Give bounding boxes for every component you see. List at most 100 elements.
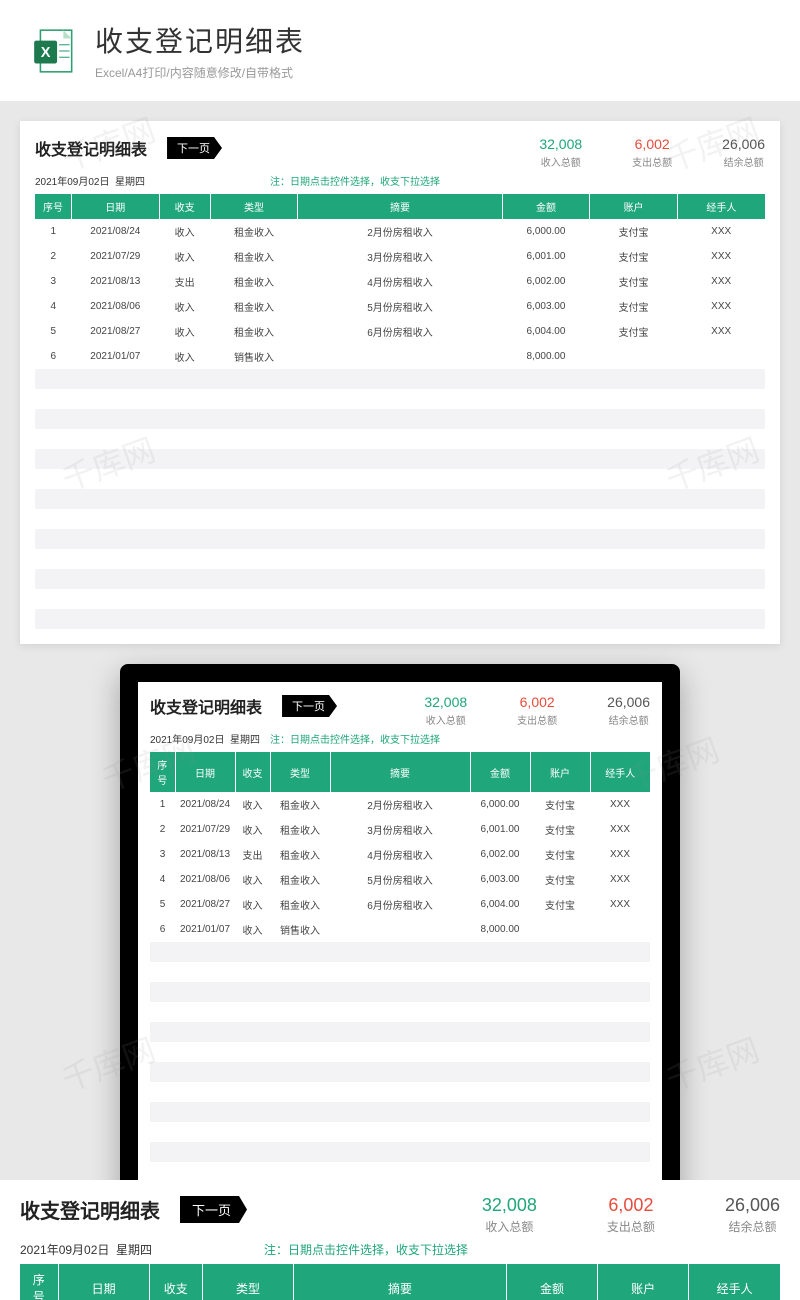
cell-summary[interactable]: 6月份房租收入 [298,319,502,344]
cell-seq[interactable]: 5 [35,319,72,344]
cell-handler[interactable]: XXX [677,269,765,294]
column-header[interactable]: 收支 [159,194,210,219]
cell-handler[interactable]: XXX [677,319,765,344]
empty-row[interactable] [150,1062,650,1082]
empty-row[interactable] [150,942,650,962]
cell-account[interactable]: 支付宝 [590,269,678,294]
cell-date[interactable]: 2021/01/07 [72,344,160,369]
cell-amount[interactable]: 6,004.00 [502,319,590,344]
cell-type[interactable]: 租金收入 [210,219,298,244]
cell-io[interactable]: 收入 [159,294,210,319]
table-row[interactable]: 4 2021/08/06 收入 租金收入 5月份房租收入 6,003.00 支付… [35,294,765,319]
cell-amount[interactable]: 6,004.00 [470,892,530,917]
cell-amount[interactable]: 6,003.00 [502,294,590,319]
table-row[interactable]: 5 2021/08/27 收入 租金收入 6月份房租收入 6,004.00 支付… [150,892,650,917]
empty-row[interactable] [150,1142,650,1162]
column-header[interactable]: 序号 [20,1264,58,1300]
cell-date[interactable]: 2021/08/06 [175,867,235,892]
empty-row[interactable] [150,1002,650,1022]
cell-seq[interactable]: 4 [35,294,72,319]
cell-seq[interactable]: 2 [150,817,175,842]
cell-date[interactable]: 2021/08/13 [72,269,160,294]
cell-amount[interactable]: 8,000.00 [502,344,590,369]
cell-seq[interactable]: 6 [150,917,175,942]
cell-io[interactable]: 收入 [235,917,270,942]
cell-amount[interactable]: 6,003.00 [470,867,530,892]
cell-amount[interactable]: 6,000.00 [502,219,590,244]
cell-date[interactable]: 2021/08/24 [72,219,160,244]
cell-seq[interactable]: 3 [35,269,72,294]
column-header[interactable]: 类型 [210,194,298,219]
cell-handler[interactable]: XXX [590,867,650,892]
cell-date[interactable]: 2021/08/24 [175,792,235,817]
next-page-button[interactable]: 下一页 [282,695,337,717]
cell-seq[interactable]: 3 [150,842,175,867]
column-header[interactable]: 摘要 [330,752,470,792]
cell-summary[interactable]: 6月份房租收入 [330,892,470,917]
empty-row[interactable] [35,549,765,569]
empty-row[interactable] [150,962,650,982]
empty-row[interactable] [150,1082,650,1102]
cell-account[interactable]: 支付宝 [530,892,590,917]
table-row[interactable]: 4 2021/08/06 收入 租金收入 5月份房租收入 6,003.00 支付… [150,867,650,892]
cell-io[interactable]: 支出 [235,842,270,867]
empty-row[interactable] [35,409,765,429]
column-header[interactable]: 收支 [235,752,270,792]
cell-date[interactable]: 2021/08/13 [175,842,235,867]
cell-account[interactable]: 支付宝 [590,319,678,344]
column-header[interactable]: 金额 [470,752,530,792]
cell-account[interactable]: 支付宝 [590,244,678,269]
cell-handler[interactable] [677,344,765,369]
column-header[interactable]: 序号 [35,194,72,219]
cell-account[interactable]: 支付宝 [530,842,590,867]
cell-io[interactable]: 收入 [235,892,270,917]
cell-io[interactable]: 收入 [235,792,270,817]
cell-type[interactable]: 租金收入 [270,792,330,817]
column-header[interactable]: 经手人 [689,1264,780,1300]
empty-row[interactable] [150,1022,650,1042]
cell-date[interactable]: 2021/08/27 [72,319,160,344]
column-header[interactable]: 账户 [590,194,678,219]
cell-seq[interactable]: 1 [35,219,72,244]
cell-account[interactable]: 支付宝 [530,792,590,817]
cell-date[interactable]: 2021/07/29 [72,244,160,269]
column-header[interactable]: 收支 [149,1264,202,1300]
cell-handler[interactable] [590,917,650,942]
empty-row[interactable] [35,609,765,629]
table-row[interactable]: 6 2021/01/07 收入 销售收入 8,000.00 [35,344,765,369]
column-header[interactable]: 类型 [270,752,330,792]
cell-account[interactable]: 支付宝 [530,867,590,892]
cell-handler[interactable]: XXX [590,892,650,917]
cell-summary[interactable]: 2月份房租收入 [330,792,470,817]
empty-row[interactable] [35,489,765,509]
cell-type[interactable]: 租金收入 [210,244,298,269]
empty-row[interactable] [150,1102,650,1122]
next-page-button[interactable]: 下一页 [167,137,222,159]
cell-seq[interactable]: 1 [150,792,175,817]
column-header[interactable]: 日期 [72,194,160,219]
cell-amount[interactable]: 6,002.00 [470,842,530,867]
cell-type[interactable]: 销售收入 [270,917,330,942]
cell-summary[interactable]: 3月份房租收入 [298,244,502,269]
column-header[interactable]: 序号 [150,752,175,792]
cell-seq[interactable]: 5 [150,892,175,917]
cell-type[interactable]: 租金收入 [210,269,298,294]
cell-handler[interactable]: XXX [590,792,650,817]
column-header[interactable]: 摘要 [294,1264,507,1300]
cell-date[interactable]: 2021/08/06 [72,294,160,319]
cell-io[interactable]: 收入 [159,219,210,244]
cell-account[interactable]: 支付宝 [590,219,678,244]
cell-date[interactable]: 2021/07/29 [175,817,235,842]
table-row[interactable]: 1 2021/08/24 收入 租金收入 2月份房租收入 6,000.00 支付… [150,792,650,817]
cell-summary[interactable] [330,917,470,942]
cell-handler[interactable]: XXX [677,244,765,269]
table-row[interactable]: 3 2021/08/13 支出 租金收入 4月份房租收入 6,002.00 支付… [35,269,765,294]
cell-handler[interactable]: XXX [677,294,765,319]
column-header[interactable]: 摘要 [298,194,502,219]
cell-summary[interactable]: 4月份房租收入 [298,269,502,294]
cell-type[interactable]: 销售收入 [210,344,298,369]
cell-summary[interactable]: 2月份房租收入 [298,219,502,244]
table-row[interactable]: 6 2021/01/07 收入 销售收入 8,000.00 [150,917,650,942]
next-page-button[interactable]: 下一页 [180,1196,247,1223]
cell-io[interactable]: 收入 [235,817,270,842]
